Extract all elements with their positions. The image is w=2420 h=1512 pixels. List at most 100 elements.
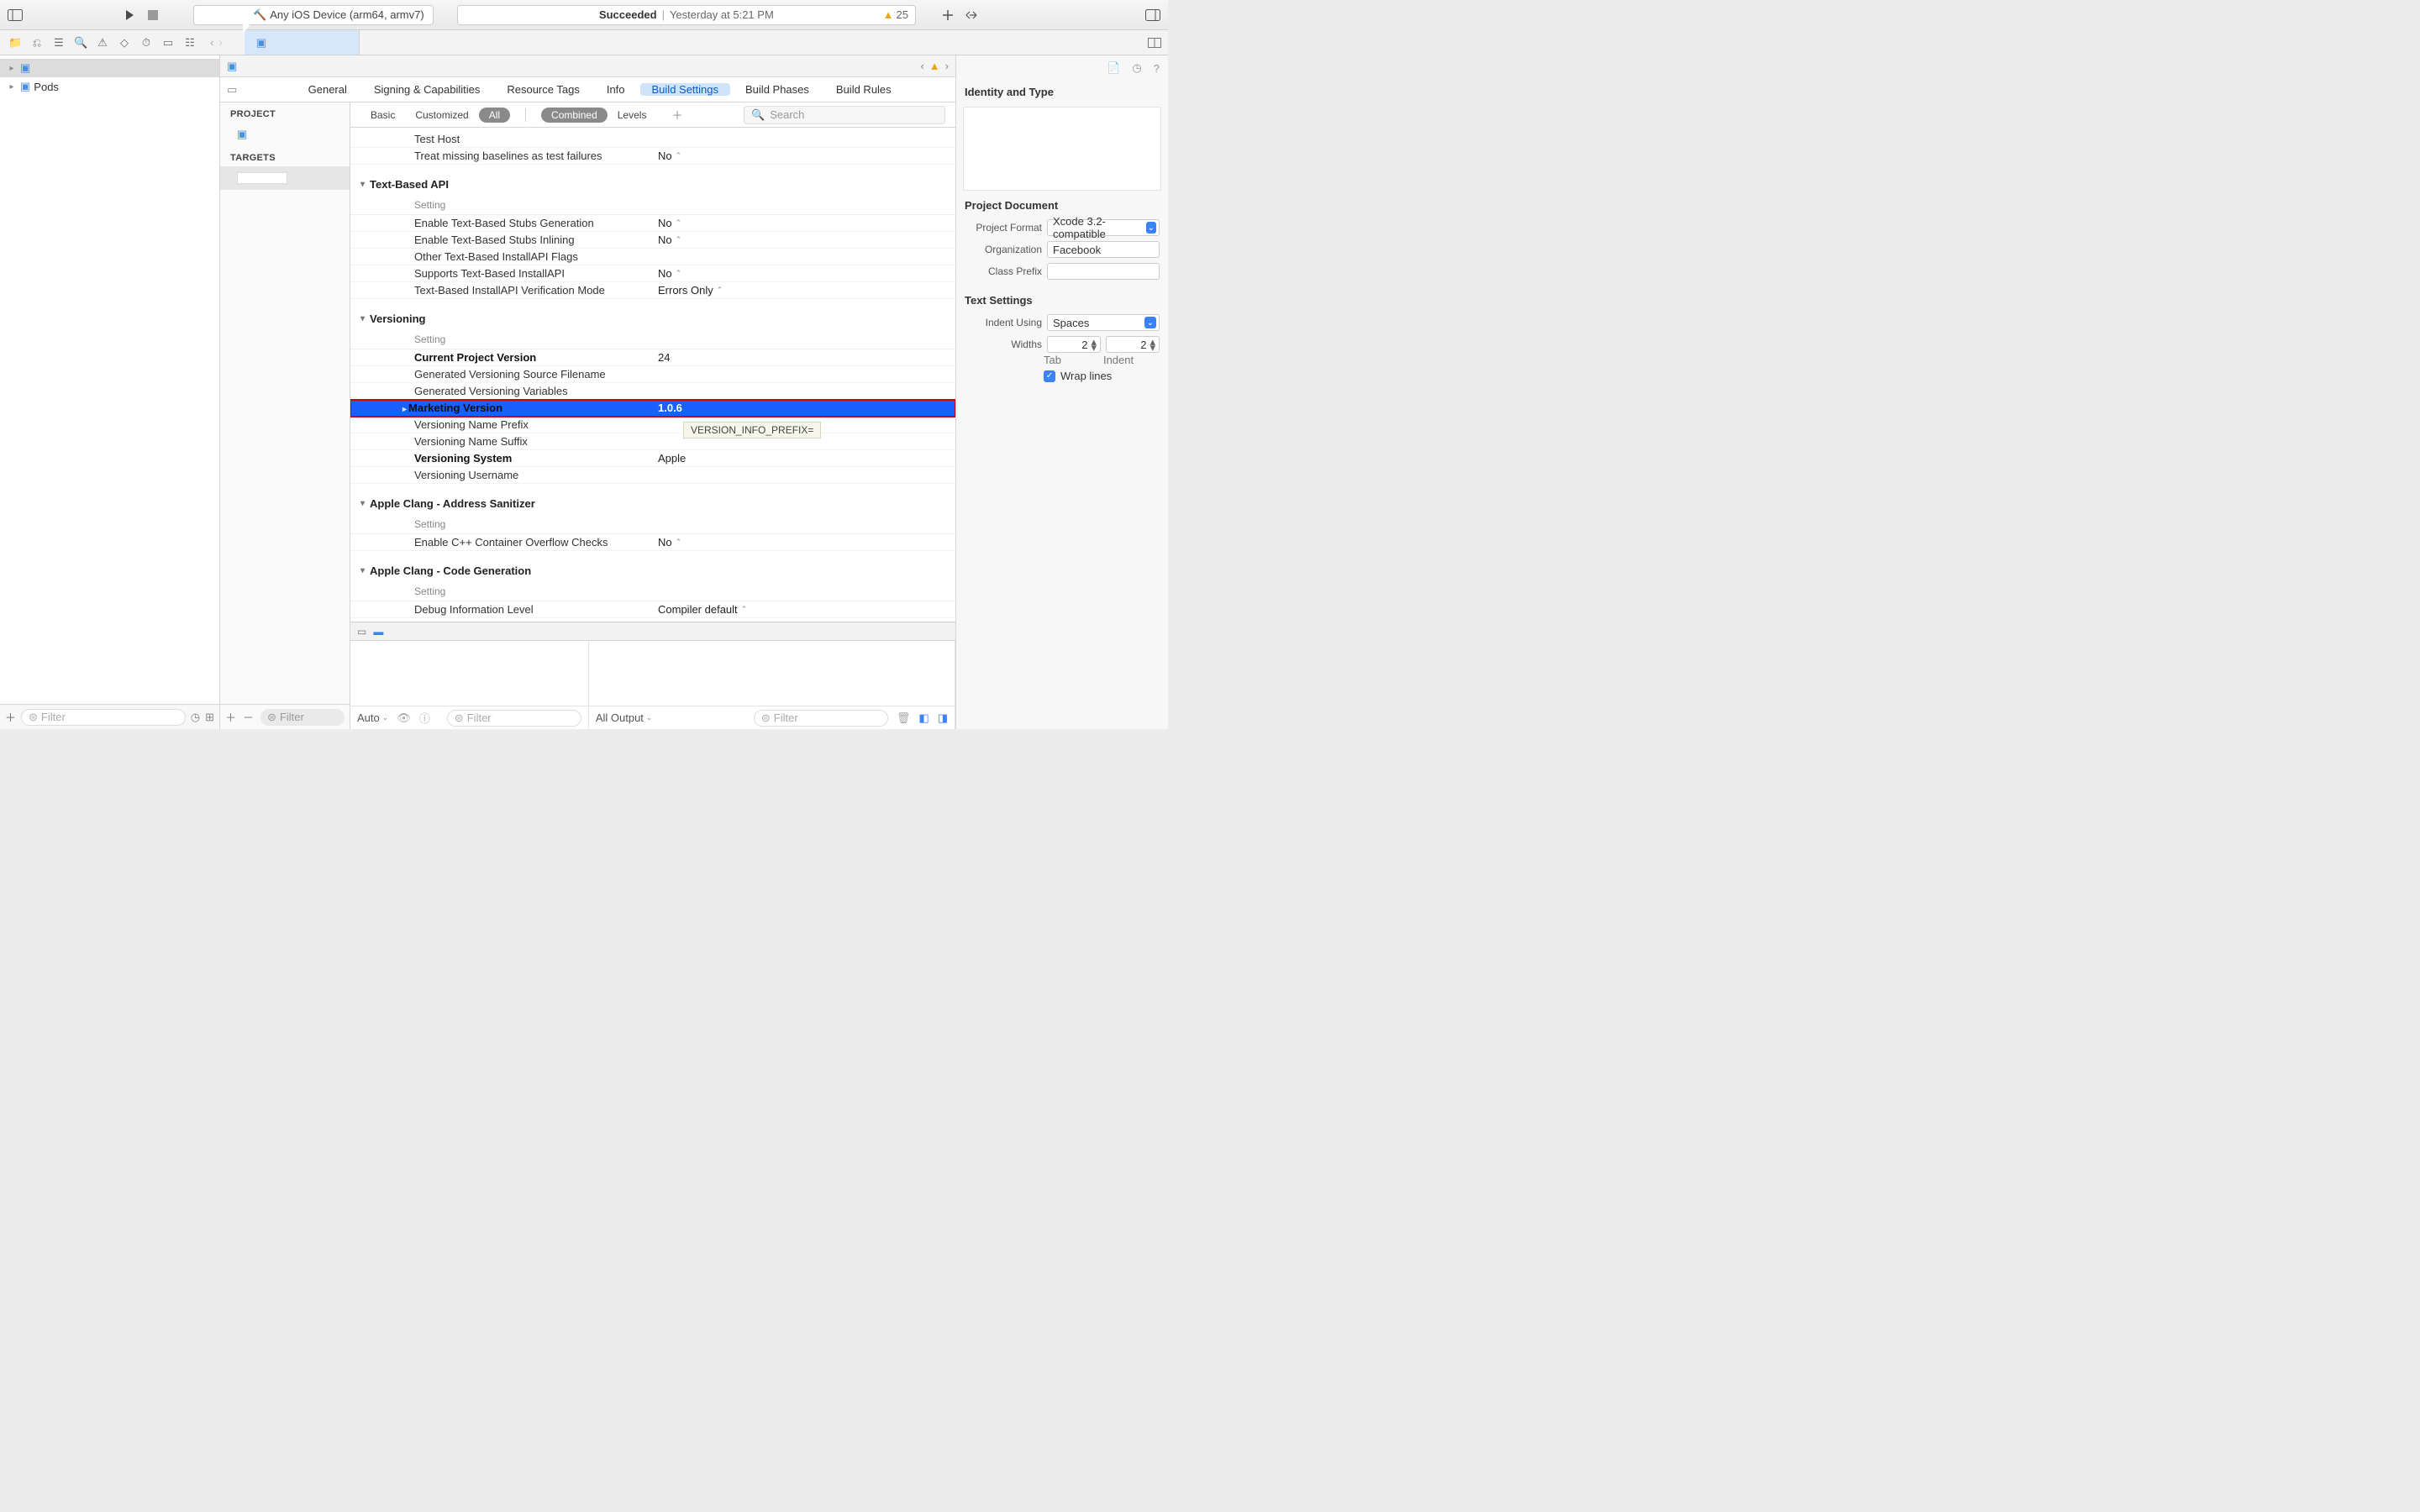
issue-navigator-icon[interactable]: ⚠ bbox=[96, 36, 109, 50]
setting-value[interactable]: 1.0.6 bbox=[658, 402, 945, 414]
filter-all[interactable]: All bbox=[479, 108, 510, 123]
pane-right-icon[interactable]: ◨ bbox=[938, 711, 948, 725]
breakpoint-navigator-icon[interactable]: ▭ bbox=[161, 36, 175, 50]
disclosure-icon[interactable]: ▸ bbox=[402, 405, 407, 414]
tab-info[interactable]: Info bbox=[595, 83, 637, 96]
jump-bar[interactable]: ▣ ‹ ▲ › bbox=[220, 55, 955, 77]
run-button[interactable] bbox=[121, 7, 138, 24]
filter-customized[interactable]: Customized bbox=[405, 108, 478, 123]
setting-row[interactable]: Treat missing baselines as test failures… bbox=[350, 148, 955, 165]
project-format-dropdown[interactable]: Xcode 3.2-compatible bbox=[1047, 219, 1160, 236]
setting-value[interactable]: Compiler default ⌃ bbox=[658, 603, 945, 616]
setting-value[interactable]: No ⌃ bbox=[658, 217, 945, 229]
setting-row[interactable]: Enable Text-Based Stubs GenerationNo ⌃ bbox=[350, 215, 955, 232]
setting-row[interactable]: Debug Information LevelCompiler default … bbox=[350, 601, 955, 618]
organization-field[interactable]: Facebook bbox=[1047, 241, 1160, 258]
target-item[interactable] bbox=[220, 166, 350, 190]
file-inspector-icon[interactable]: 📄 bbox=[1107, 61, 1120, 75]
setting-row[interactable]: Generated Versioning Variables bbox=[350, 383, 955, 400]
disclosure-icon[interactable]: ▾ bbox=[360, 566, 365, 575]
navigator-filter-field[interactable]: ⊜ Filter bbox=[21, 709, 186, 726]
setting-value[interactable]: Errors Only ⌃ bbox=[658, 284, 945, 297]
outline-toggle-icon[interactable]: ▭ bbox=[220, 83, 244, 97]
warnings-indicator[interactable]: ▲25 bbox=[883, 8, 908, 21]
recent-icon[interactable]: ◷ bbox=[191, 711, 200, 724]
tab-signing[interactable]: Signing & Capabilities bbox=[362, 83, 492, 96]
disclosure-icon[interactable]: ▾ bbox=[360, 180, 365, 189]
variables-view-mode[interactable]: Auto⌄ bbox=[357, 711, 388, 724]
indent-width-stepper[interactable]: 2▴▾ bbox=[1106, 336, 1160, 353]
trash-icon[interactable]: 🗑 bbox=[897, 711, 911, 725]
tab-general[interactable]: General bbox=[297, 83, 359, 96]
sidebar-toggle-icon[interactable] bbox=[7, 7, 24, 24]
scheme-selector[interactable]: 🔨Any iOS Device (arm64, armv7) bbox=[193, 5, 434, 25]
setting-row[interactable]: Enable Text-Based Stubs InliningNo ⌃ bbox=[350, 232, 955, 249]
find-navigator-icon[interactable]: 🔍 bbox=[74, 36, 87, 50]
setting-row[interactable]: Enable C++ Container Overflow ChecksNo ⌃ bbox=[350, 534, 955, 551]
setting-value[interactable]: No ⌃ bbox=[658, 150, 945, 162]
warning-icon[interactable]: ▲ bbox=[929, 60, 940, 72]
settings-group-header[interactable]: ▾Text-Based API bbox=[350, 173, 955, 196]
library-button[interactable] bbox=[963, 7, 980, 24]
setting-row[interactable]: Other Text-Based InstallAPI Flags bbox=[350, 249, 955, 265]
console-filter-field[interactable]: ⊜Filter bbox=[754, 710, 888, 727]
navigator-project-row[interactable]: ▸ ▣ bbox=[0, 59, 219, 77]
setting-row[interactable]: ▸Marketing Version1.0.6 bbox=[350, 400, 955, 417]
disclosure-icon[interactable]: ▾ bbox=[360, 499, 365, 508]
filter-combined[interactable]: Combined bbox=[541, 108, 608, 123]
setting-value[interactable]: No ⌃ bbox=[658, 267, 945, 280]
setting-row[interactable]: Test Host bbox=[350, 131, 955, 148]
console-output-mode[interactable]: All Output⌄ bbox=[596, 711, 653, 724]
target-filter-field[interactable]: ⊜Filter bbox=[260, 709, 345, 726]
jump-back-icon[interactable]: ‹ bbox=[920, 60, 923, 72]
settings-group-header[interactable]: ▾Apple Clang - Code Generation bbox=[350, 559, 955, 582]
disclosure-icon[interactable]: ▸ bbox=[7, 82, 17, 92]
build-settings-list[interactable]: Test HostTreat missing baselines as test… bbox=[350, 128, 955, 622]
tab-width-stepper[interactable]: 2▴▾ bbox=[1047, 336, 1101, 353]
project-item[interactable]: ▣ bbox=[220, 123, 350, 146]
add-icon[interactable]: ＋ bbox=[5, 709, 16, 725]
setting-row[interactable]: Current Project Version24 bbox=[350, 349, 955, 366]
disclosure-icon[interactable]: ▸ bbox=[7, 64, 17, 73]
scm-filter-icon[interactable]: ⊞ bbox=[205, 711, 214, 724]
document-tab[interactable]: ▣ bbox=[245, 30, 360, 55]
tab-build-rules[interactable]: Build Rules bbox=[824, 83, 903, 96]
tab-build-phases[interactable]: Build Phases bbox=[734, 83, 821, 96]
report-navigator-icon[interactable]: ☷ bbox=[183, 36, 197, 50]
class-prefix-field[interactable] bbox=[1047, 263, 1160, 280]
settings-group-header[interactable]: ▾Versioning bbox=[350, 307, 955, 330]
scheme-device[interactable]: 🔨Any iOS Device (arm64, armv7) bbox=[245, 8, 433, 22]
project-navigator-icon[interactable]: 📁 bbox=[8, 36, 22, 50]
filter-levels[interactable]: Levels bbox=[608, 108, 657, 123]
settings-group-header[interactable]: ▾Apple Clang - Address Sanitizer bbox=[350, 492, 955, 515]
info-icon[interactable]: ⓘ bbox=[419, 710, 430, 726]
indent-using-dropdown[interactable]: Spaces bbox=[1047, 314, 1160, 331]
setting-row[interactable]: Versioning Name Suffix bbox=[350, 433, 955, 450]
add-setting-icon[interactable]: ＋ bbox=[666, 107, 687, 123]
eye-icon[interactable]: 👁 bbox=[397, 711, 411, 725]
setting-row[interactable]: Versioning SystemApple bbox=[350, 450, 955, 467]
tab-resource-tags[interactable]: Resource Tags bbox=[495, 83, 591, 96]
nav-back-icon[interactable]: ‹ bbox=[210, 36, 213, 49]
add-button[interactable] bbox=[939, 7, 956, 24]
setting-row[interactable]: Versioning Username bbox=[350, 467, 955, 484]
setting-value[interactable]: Apple bbox=[658, 452, 945, 465]
jump-forward-icon[interactable]: › bbox=[945, 60, 949, 72]
remove-target-icon[interactable]: － bbox=[243, 709, 254, 725]
setting-value[interactable]: No ⌃ bbox=[658, 234, 945, 246]
disclosure-icon[interactable]: ▾ bbox=[360, 314, 365, 323]
setting-row[interactable]: Generated Versioning Source Filename bbox=[350, 366, 955, 383]
nav-forward-icon[interactable]: › bbox=[218, 36, 222, 49]
right-sidebar-toggle-icon[interactable] bbox=[1144, 7, 1161, 24]
source-control-navigator-icon[interactable]: ⎌ bbox=[30, 36, 44, 50]
debug-pane-toggle-icon[interactable]: ▭ bbox=[357, 626, 366, 638]
history-inspector-icon[interactable]: ◷ bbox=[1132, 61, 1141, 75]
setting-row[interactable]: Supports Text-Based InstallAPINo ⌃ bbox=[350, 265, 955, 282]
settings-search-field[interactable]: 🔍 Search bbox=[744, 106, 945, 124]
editor-layout-icon[interactable] bbox=[1146, 34, 1163, 51]
help-inspector-icon[interactable]: ? bbox=[1154, 62, 1160, 75]
filter-basic[interactable]: Basic bbox=[360, 108, 405, 123]
wrap-lines-checkbox[interactable]: ✓ Wrap lines bbox=[956, 370, 1168, 382]
add-target-icon[interactable]: ＋ bbox=[225, 709, 236, 725]
symbol-navigator-icon[interactable]: ☰ bbox=[52, 36, 66, 50]
